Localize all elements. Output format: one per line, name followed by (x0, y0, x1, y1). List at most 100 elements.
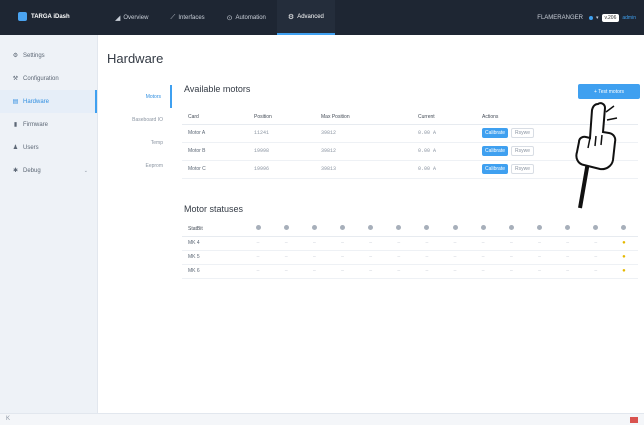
status-off-cell: – (384, 250, 413, 265)
device-name: FLAMERANGER (537, 15, 583, 21)
status-off-cell: – (581, 264, 610, 279)
motor-card: Motor B (182, 142, 254, 161)
brand-name: TARGA iDash (31, 13, 70, 20)
status-bit-header (384, 222, 413, 237)
bottom-bar: K (0, 413, 644, 425)
test-motors-button[interactable]: + Test motors (578, 84, 640, 99)
status-dot-icon (255, 225, 261, 231)
status-bit-header (272, 222, 301, 237)
status-off-cell: – (272, 236, 301, 251)
status-on-icon: ● (609, 236, 638, 251)
status-bit-header (328, 222, 357, 237)
column-header: StatBit (182, 222, 244, 237)
status-off-cell: – (300, 264, 329, 279)
remove-button[interactable]: Rsywe (511, 128, 535, 138)
sidebar-item-label: Settings (23, 52, 45, 59)
nav-label: Interfaces (178, 14, 205, 21)
status-dot-icon (424, 225, 430, 231)
calibrate-button[interactable]: Calibrate (482, 164, 509, 174)
sidebar-item-label: Configuration (23, 75, 59, 82)
pointing-hand-icon (575, 102, 618, 209)
table-row: MK 5– – – – – – – – – – – – – ● (182, 250, 638, 265)
nav-item-interfaces[interactable]: ⟋ Interfaces (159, 0, 215, 35)
remove-button[interactable]: Rsywe (511, 164, 535, 174)
sidebar-item-users[interactable]: ♟ Users (0, 136, 97, 159)
flag-icon (630, 417, 638, 423)
column-header: Card (182, 110, 254, 125)
bug-icon: ✱ (12, 168, 19, 174)
table-row: MK 6– – – – – – – – – – – – – ● (182, 264, 638, 279)
chevron-down-icon[interactable]: ▾ (596, 15, 599, 21)
status-on-icon: ● (609, 264, 638, 279)
motor-position: 19996 (254, 160, 321, 179)
motor-status-table: StatBit MK 4– – – – – – – – – – – – – ● MK 5– – – – – – – – – –… (182, 222, 638, 279)
status-dot-icon (452, 225, 458, 231)
motor-statuses-title: Motor statuses (184, 204, 244, 214)
status-dot-icon (368, 225, 374, 231)
status-off-cell: – (581, 250, 610, 265)
table-row: MK 4– – – – – – – – – – – – – ● (182, 236, 638, 251)
nav-item-automation[interactable]: ⊙ Automation (216, 0, 277, 35)
page-title: Hardware (107, 51, 164, 66)
column-header: Current (418, 110, 482, 125)
calibrate-button[interactable]: Calibrate (482, 146, 509, 156)
status-off-cell: – (440, 264, 470, 279)
motor-card: Motor C (182, 160, 254, 179)
status-dot-icon (480, 225, 486, 231)
status-off-cell: – (525, 250, 554, 265)
status-bit-header (609, 222, 638, 237)
status-off-cell: – (300, 250, 329, 265)
tab-baseboard-io[interactable]: Baseboard IO (104, 108, 172, 131)
collapse-icon[interactable]: K (6, 416, 10, 422)
brand[interactable]: TARGA iDash (18, 12, 70, 21)
motor-position: 19998 (254, 142, 321, 161)
status-off-cell: – (356, 236, 385, 251)
gear-icon: ⚙ (12, 53, 19, 59)
tab-motors[interactable]: Motors (104, 85, 172, 108)
sidebar-item-hardware[interactable]: ▤ Hardware (0, 90, 97, 113)
nav-item-overview[interactable]: ◢ Overview (104, 0, 159, 35)
status-off-cell: – (497, 236, 526, 251)
calibrate-button[interactable]: Calibrate (482, 128, 509, 138)
status-off-cell: – (328, 250, 357, 265)
status-off-cell: – (553, 264, 582, 279)
user-menu[interactable]: admin (622, 15, 636, 21)
chart-icon: ◢ (115, 14, 121, 22)
nav-item-advanced[interactable]: ⚙ Advanced (276, 0, 335, 35)
status-dot-icon (311, 225, 317, 231)
status-bit-header (440, 222, 470, 237)
status-off-cell: – (412, 250, 441, 265)
sidebar-item-firmware[interactable]: ▮ Firmware (0, 113, 97, 136)
status-off-cell: – (412, 236, 441, 251)
clock-icon: ⊙ (226, 14, 233, 22)
sidebar-item-label: Users (23, 144, 39, 151)
tab-eeprom[interactable]: Eeprom (104, 154, 172, 177)
remove-button[interactable]: Rsywe (511, 146, 535, 156)
status-bit-header (525, 222, 554, 237)
sidebar-item-settings[interactable]: ⚙ Settings (0, 44, 97, 67)
interfaces-icon: ⟋ (170, 13, 176, 21)
status-dot-icon (396, 225, 402, 231)
brand-logo-icon (18, 12, 27, 21)
status-bit-header (244, 222, 273, 237)
status-row-label: MK 6 (182, 264, 244, 279)
status-bit-header (412, 222, 441, 237)
sidebar-item-configuration[interactable]: ⚒ Configuration (0, 67, 97, 90)
status-bit-header (581, 222, 610, 237)
status-off-cell: – (272, 250, 301, 265)
sidebar-item-label: Firmware (23, 121, 48, 128)
hardware-icon: ▤ (12, 99, 19, 105)
status-dot-icon (593, 225, 599, 231)
status-dot-icon (339, 225, 345, 231)
sidebar-item-label: Debug (23, 167, 41, 174)
status-dot-icon (565, 225, 571, 231)
sidebar-item-debug[interactable]: ✱ Debug ⌄ (0, 159, 97, 182)
tools-icon: ⚒ (12, 76, 19, 82)
status-off-cell: – (581, 236, 610, 251)
status-off-cell: – (412, 264, 441, 279)
nav-label: Overview (123, 14, 149, 21)
version-badge[interactable]: v.206 (601, 14, 620, 22)
status-row-label: MK 4 (182, 236, 244, 251)
tab-temp[interactable]: Temp (104, 131, 172, 154)
motor-position: 11241 (254, 124, 321, 143)
